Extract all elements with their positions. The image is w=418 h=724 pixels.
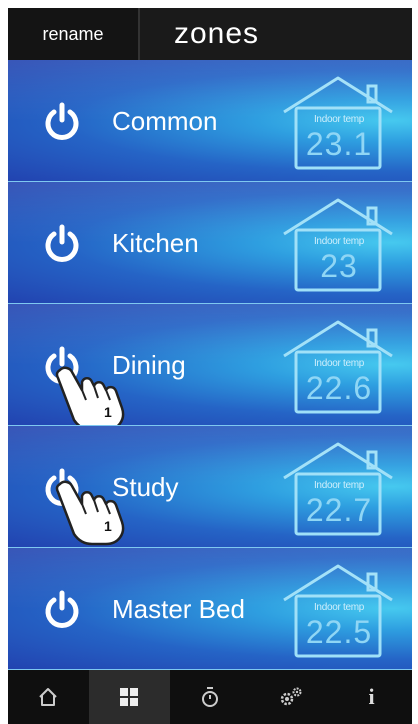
info-icon: i — [368, 684, 375, 709]
zone-row-dining[interactable]: Dining Indoor temp 22.6 1 — [8, 304, 412, 426]
zone-row-common[interactable]: Common Indoor temp 23.1 — [8, 60, 412, 182]
zones-grid-icon — [120, 688, 139, 706]
tab-settings[interactable] — [250, 670, 331, 724]
rename-button[interactable]: rename — [8, 8, 140, 60]
zone-label: Dining — [112, 350, 186, 380]
temp-caption: Indoor temp — [313, 236, 365, 247]
page-title: zones — [174, 17, 260, 50]
temp-value: 22.5 — [305, 614, 373, 650]
power-icon[interactable] — [42, 102, 82, 142]
zone-row-study[interactable]: Study Indoor temp 22.7 1 — [8, 426, 412, 548]
temp-value: 23.1 — [305, 126, 373, 162]
tab-zones[interactable] — [88, 670, 170, 724]
temp-caption: Indoor temp — [313, 480, 365, 491]
app-screen: rename zones Common Indoor temp 23.1 Kit… — [0, 0, 418, 724]
tab-home[interactable] — [8, 670, 89, 724]
indoor-temp-display: Indoor temp 22.6 — [280, 318, 396, 418]
temp-caption: Indoor temp — [313, 602, 365, 613]
zone-row-kitchen[interactable]: Kitchen Indoor temp 23 — [8, 182, 412, 304]
power-icon[interactable] — [42, 590, 82, 630]
indoor-temp-display: Indoor temp 22.7 — [280, 440, 396, 540]
timer-icon — [201, 687, 218, 707]
tab-info[interactable]: i — [331, 670, 412, 724]
zone-label: Kitchen — [112, 228, 199, 258]
settings-gears-icon — [280, 687, 302, 706]
temp-value: 22.6 — [305, 370, 373, 406]
zone-label: Common — [112, 106, 218, 136]
zone-row-master-bed[interactable]: Master Bed Indoor temp 22.5 — [8, 548, 412, 670]
indoor-temp-display: Indoor temp 23 — [280, 196, 396, 296]
home-icon — [39, 688, 58, 706]
zone-list: Common Indoor temp 23.1 Kitchen Indoor t… — [8, 60, 412, 670]
temp-caption: Indoor temp — [313, 358, 365, 369]
zone-label: Master Bed — [112, 594, 245, 624]
bottom-tab-bar: i — [8, 670, 412, 724]
indoor-temp-display: Indoor temp 22.5 — [280, 562, 396, 662]
temp-value: 23 — [320, 248, 358, 284]
power-icon[interactable] — [42, 468, 82, 508]
power-icon[interactable] — [42, 224, 82, 264]
temp-caption: Indoor temp — [313, 114, 365, 125]
tap-step-number: 1 — [104, 404, 112, 420]
power-icon[interactable] — [42, 346, 82, 386]
tab-timer[interactable] — [170, 670, 251, 724]
temp-value: 22.7 — [305, 492, 373, 528]
header-bar: rename zones — [0, 0, 418, 60]
header-inner: rename zones — [8, 8, 412, 60]
tap-step-number: 1 — [104, 518, 112, 534]
indoor-temp-display: Indoor temp 23.1 — [280, 74, 396, 174]
zone-label: Study — [112, 472, 179, 502]
